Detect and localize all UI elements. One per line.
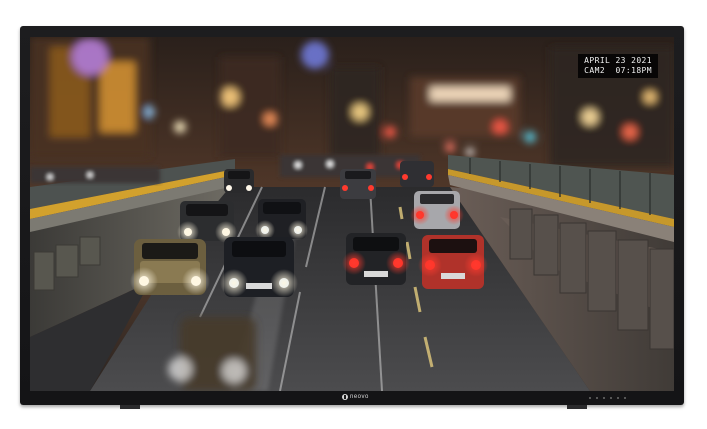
- brand-name: neovo: [350, 394, 369, 400]
- control-button-icon[interactable]: [610, 397, 612, 399]
- osd-date: APRIL 23 2021: [584, 56, 652, 65]
- control-button-icon[interactable]: [596, 397, 598, 399]
- monitor-control-buttons: [589, 397, 626, 399]
- control-button-icon[interactable]: [589, 397, 591, 399]
- control-button-icon[interactable]: [617, 397, 619, 399]
- product-image: APRIL 23 2021 CAM2 07:18PM neovo: [0, 0, 707, 429]
- camera-feed: APRIL 23 2021 CAM2 07:18PM: [30, 37, 674, 391]
- control-button-icon[interactable]: [603, 397, 605, 399]
- brand-logo: neovo: [342, 394, 369, 400]
- control-button-icon[interactable]: [624, 397, 626, 399]
- monitor-frame: APRIL 23 2021 CAM2 07:18PM neovo: [20, 26, 684, 405]
- osd-camera-time: CAM2 07:18PM: [584, 66, 652, 75]
- camera-timestamp-overlay: APRIL 23 2021 CAM2 07:18PM: [578, 54, 658, 78]
- neovo-logo-icon: [342, 394, 348, 400]
- monitor-foot-right: [567, 405, 587, 409]
- monitor-foot-left: [120, 405, 140, 409]
- traffic-scene: [30, 37, 674, 391]
